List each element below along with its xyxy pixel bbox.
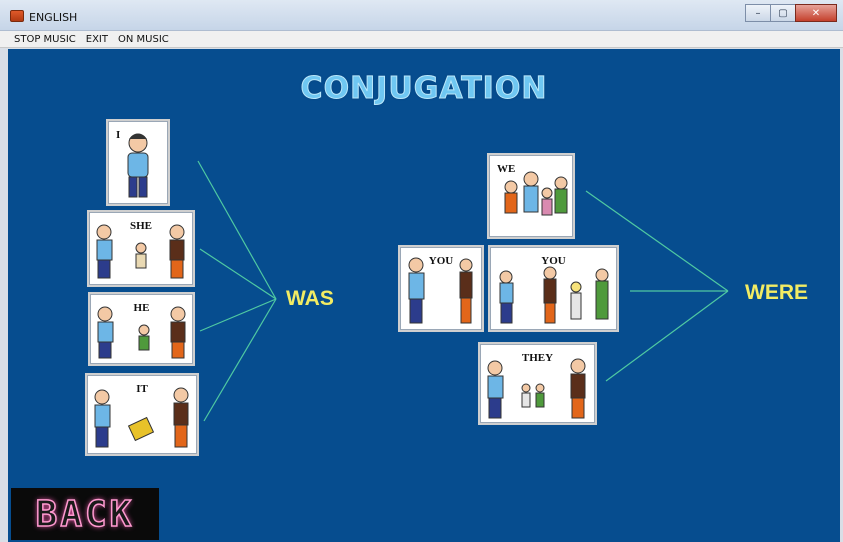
pronoun-card-they[interactable]: THEY (478, 342, 597, 425)
pointing-people-icon (499, 266, 609, 324)
connector-line (203, 298, 277, 422)
pointing-people-icon (487, 358, 586, 419)
minimize-button[interactable]: – (745, 4, 771, 22)
pronoun-card-you-plural[interactable]: YOU (488, 245, 619, 332)
pronoun-card-we[interactable]: WE (487, 153, 575, 239)
pronoun-card-he[interactable]: HE (88, 292, 195, 366)
boy-figure-icon (127, 133, 149, 198)
verb-were: WERE (745, 281, 808, 304)
maximize-button[interactable]: ▢ (770, 4, 796, 22)
menu-exit[interactable]: EXIT (86, 34, 108, 45)
pointing-people-icon (408, 257, 473, 324)
pointing-people-icon (96, 224, 185, 279)
pointing-people-icon (97, 306, 186, 359)
menu-on-music[interactable]: ON MUSIC (118, 34, 169, 45)
app-icon (10, 10, 24, 22)
connector-line (199, 298, 277, 332)
close-button[interactable]: ✕ (795, 4, 837, 22)
content-area: CONJUGATION I SHE HE IT WAS WE YOU YOU T… (8, 49, 840, 542)
verb-was: WAS (286, 287, 334, 310)
pronoun-card-it[interactable]: IT (85, 373, 199, 456)
back-button[interactable]: BACK (11, 488, 159, 540)
connector-line (605, 290, 729, 382)
connector-line (199, 248, 277, 300)
pronoun-card-she[interactable]: SHE (87, 210, 195, 287)
menu-bar: STOP MUSIC EXIT ON MUSIC (0, 31, 843, 48)
pronoun-card-i[interactable]: I (106, 119, 170, 206)
window-titlebar: ENGLISH – ▢ ✕ (0, 0, 843, 31)
menu-stop-music[interactable]: STOP MUSIC (14, 34, 76, 45)
back-button-label: BACK (35, 493, 135, 536)
group-people-icon (504, 171, 568, 216)
window-controls: – ▢ ✕ (745, 4, 837, 24)
pronoun-card-you-single[interactable]: YOU (398, 245, 484, 332)
window-title: ENGLISH (29, 11, 78, 24)
connector-line (197, 160, 277, 300)
pointing-people-icon (94, 387, 189, 448)
